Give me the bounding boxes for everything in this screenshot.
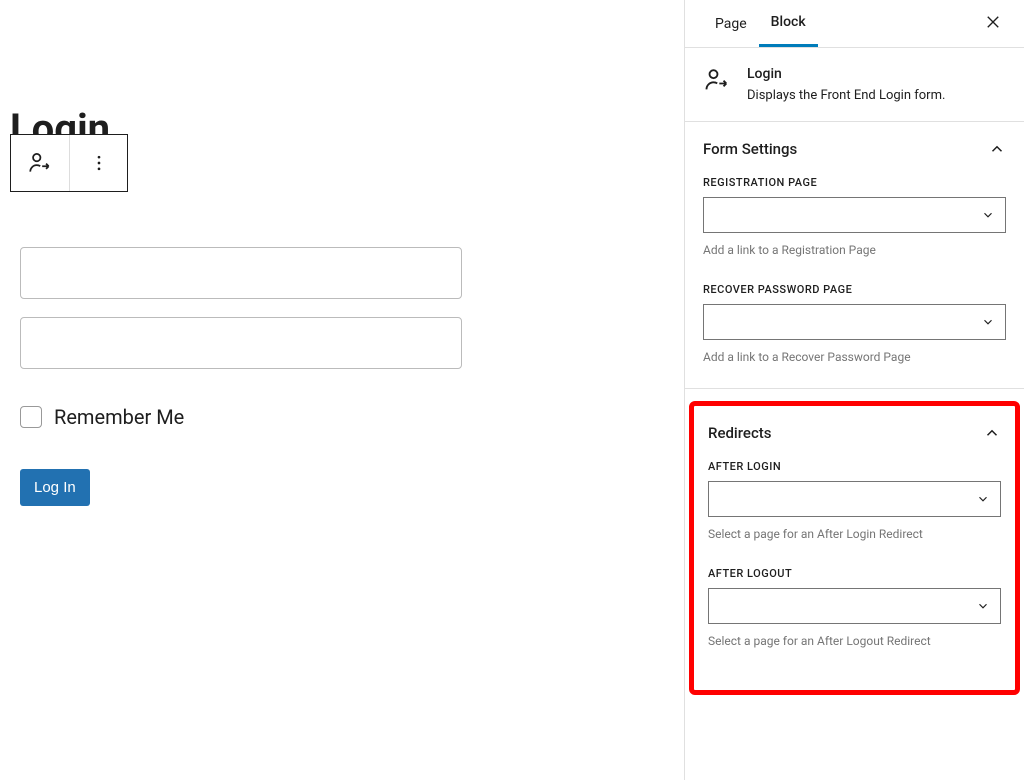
panel-body: REGISTRATION PAGE Add a link to a Regist…	[703, 176, 1006, 388]
registration-page-label: REGISTRATION PAGE	[703, 176, 1006, 189]
more-options-button[interactable]	[69, 135, 127, 191]
after-logout-select[interactable]	[708, 588, 1001, 624]
close-icon	[984, 13, 1002, 31]
settings-sidebar: Page Block Login Displays the Front End …	[684, 0, 1024, 780]
after-login-help: Select a page for an After Login Redirec…	[708, 527, 1001, 541]
tab-block[interactable]: Block	[759, 0, 818, 47]
recover-password-label: RECOVER PASSWORD PAGE	[703, 283, 1006, 296]
registration-page-select[interactable]	[703, 197, 1006, 233]
after-login-select[interactable]	[708, 481, 1001, 517]
sidebar-tabs: Page Block	[685, 0, 1024, 48]
password-input[interactable]	[20, 317, 462, 369]
block-info-icon-wrap	[703, 66, 731, 103]
recover-password-help: Add a link to a Recover Password Page	[703, 350, 1006, 364]
remember-checkbox[interactable]	[20, 406, 42, 428]
login-icon	[27, 150, 53, 176]
username-input[interactable]	[20, 247, 462, 299]
editor-canvas: Login Remember Me Log In	[0, 0, 684, 780]
block-toolbar	[10, 134, 128, 192]
after-logout-label: AFTER LOGOUT	[708, 567, 1001, 580]
login-icon	[703, 66, 731, 94]
chevron-down-icon	[976, 599, 990, 613]
recover-password-select[interactable]	[703, 304, 1006, 340]
block-type-button[interactable]	[11, 135, 69, 191]
panel-body: AFTER LOGIN Select a page for an After L…	[708, 460, 1001, 672]
remember-label: Remember Me	[54, 405, 184, 429]
close-sidebar-button[interactable]	[980, 8, 1006, 40]
chevron-up-icon	[988, 140, 1006, 158]
panel-redirects-toggle[interactable]: Redirects	[708, 406, 1001, 460]
more-vertical-icon	[89, 153, 109, 173]
registration-page-help: Add a link to a Registration Page	[703, 243, 1006, 257]
login-submit-button[interactable]: Log In	[20, 469, 90, 506]
panel-title: Redirects	[708, 424, 772, 442]
panel-title: Form Settings	[703, 140, 797, 158]
chevron-down-icon	[981, 315, 995, 329]
chevron-up-icon	[983, 424, 1001, 442]
after-logout-help: Select a page for an After Logout Redire…	[708, 634, 1001, 648]
panel-form-settings: Form Settings REGISTRATION PAGE Add a li…	[685, 122, 1024, 389]
block-description: Displays the Front End Login form.	[747, 88, 945, 103]
block-info-text: Login Displays the Front End Login form.	[747, 66, 945, 103]
after-login-label: AFTER LOGIN	[708, 460, 1001, 473]
panel-form-settings-toggle[interactable]: Form Settings	[703, 122, 1006, 176]
remember-row: Remember Me	[20, 405, 674, 429]
login-form-block: Remember Me Log In	[20, 247, 674, 506]
chevron-down-icon	[976, 492, 990, 506]
tab-page[interactable]: Page	[703, 2, 759, 46]
block-info: Login Displays the Front End Login form.	[685, 48, 1024, 122]
chevron-down-icon	[981, 208, 995, 222]
redirects-highlighted-region: Redirects AFTER LOGIN Select a page for …	[689, 401, 1020, 695]
block-name: Login	[747, 66, 945, 82]
